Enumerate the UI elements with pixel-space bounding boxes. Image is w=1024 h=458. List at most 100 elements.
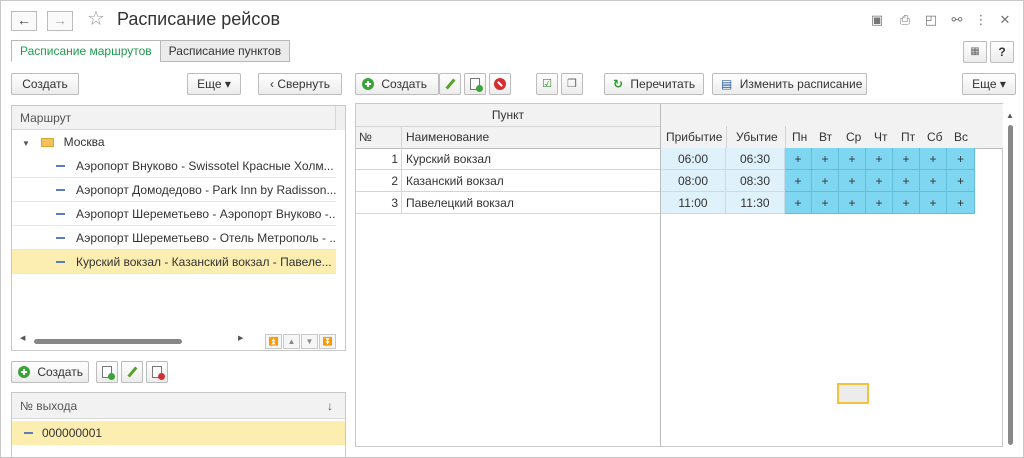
- col-day-header[interactable]: Ср: [846, 130, 861, 144]
- departure-cell[interactable]: 08:30: [726, 170, 785, 192]
- create-route-button[interactable]: Создать: [11, 73, 79, 95]
- col-name-header[interactable]: Наименование: [406, 130, 489, 144]
- day-cell[interactable]: +: [920, 170, 947, 192]
- day-cell[interactable]: +: [947, 170, 975, 192]
- delete-gate-button[interactable]: [146, 361, 168, 383]
- tab-route-schedule[interactable]: Расписание маршрутов: [11, 40, 161, 62]
- col-departure-header[interactable]: Убытие: [736, 130, 778, 144]
- close-icon[interactable]: ✕: [997, 12, 1013, 28]
- scroll-up-icon[interactable]: ▲: [1006, 111, 1014, 120]
- point-name-cell[interactable]: Павелецкий вокзал: [402, 192, 660, 214]
- delete-doc-icon: [152, 366, 165, 380]
- day-cell[interactable]: +: [947, 192, 975, 214]
- departure-cell[interactable]: 06:30: [726, 148, 785, 170]
- day-cell[interactable]: +: [866, 170, 893, 192]
- create-gate-button[interactable]: Создать: [11, 361, 89, 383]
- route-item[interactable]: Аэропорт Домодедово - Park Inn by Radiss…: [12, 178, 336, 202]
- schedule-icon: ▤: [721, 77, 733, 91]
- day-cell[interactable]: +: [812, 148, 839, 170]
- col-day-header[interactable]: Пт: [901, 130, 915, 144]
- print-icon[interactable]: ⎙: [897, 12, 913, 28]
- copy-point-button[interactable]: [464, 73, 486, 95]
- day-cell[interactable]: +: [920, 192, 947, 214]
- arrival-cell[interactable]: 06:00: [661, 148, 726, 170]
- delete-point-button[interactable]: [489, 73, 511, 95]
- route-item[interactable]: Аэропорт Шереметьево - Аэропорт Внуково …: [12, 202, 336, 226]
- sort-arrow-icon[interactable]: ↓: [327, 393, 333, 419]
- schedule-more-button[interactable]: Еще ▾: [962, 73, 1016, 95]
- check-all-button[interactable]: ☑: [536, 73, 558, 95]
- edit-gate-button[interactable]: [121, 361, 143, 383]
- col-day-header[interactable]: Сб: [927, 130, 943, 144]
- gate-row-selected[interactable]: 000000001: [12, 421, 345, 445]
- day-cell[interactable]: +: [839, 192, 866, 214]
- day-cell[interactable]: +: [866, 148, 893, 170]
- go-last-icon[interactable]: ⏬: [319, 334, 336, 349]
- day-cell[interactable]: +: [812, 170, 839, 192]
- scroll-right-icon[interactable]: ▶: [238, 334, 243, 342]
- favorite-star-icon[interactable]: ☆: [87, 7, 105, 31]
- vertical-scrollbar[interactable]: ▲: [1004, 103, 1022, 447]
- header-filler: [660, 104, 1003, 126]
- day-cell[interactable]: +: [839, 170, 866, 192]
- day-cell[interactable]: +: [785, 192, 812, 214]
- day-cell[interactable]: +: [785, 170, 812, 192]
- copy-button[interactable]: ❐: [561, 73, 583, 95]
- scroll-left-icon[interactable]: ◀: [20, 334, 25, 342]
- arrival-cell[interactable]: 08:00: [661, 170, 726, 192]
- change-schedule-button[interactable]: ▤ Изменить расписание: [712, 73, 867, 95]
- route-item[interactable]: Аэропорт Внуково - Swissotel Красные Хол…: [12, 154, 336, 178]
- col-day-header[interactable]: Чт: [874, 130, 888, 144]
- reread-button[interactable]: ↻ Перечитать: [604, 73, 704, 95]
- day-cell[interactable]: +: [947, 148, 975, 170]
- forward-button[interactable]: →: [47, 11, 73, 31]
- pencil-icon: [444, 78, 456, 90]
- edit-point-button[interactable]: [439, 73, 461, 95]
- create-point-button[interactable]: Создать: [355, 73, 439, 95]
- calendar-icon[interactable]: ▦: [963, 41, 987, 63]
- departure-cell[interactable]: 11:30: [726, 192, 785, 214]
- point-name-cell[interactable]: Казанский вокзал: [402, 170, 660, 192]
- go-down-icon[interactable]: ▼: [301, 334, 318, 349]
- expand-icon[interactable]: ▼: [22, 139, 30, 148]
- routes-more-button[interactable]: Еще ▾: [187, 73, 241, 95]
- route-label: Аэропорт Внуково - Swissotel Красные Хол…: [76, 159, 334, 173]
- save-icon[interactable]: ▣: [869, 12, 885, 28]
- day-cell[interactable]: +: [812, 192, 839, 214]
- arrival-cell[interactable]: 11:00: [661, 192, 726, 214]
- col-day-header[interactable]: Вс: [954, 130, 968, 144]
- day-cell[interactable]: +: [866, 192, 893, 214]
- copy-gate-button[interactable]: [96, 361, 118, 383]
- help-button[interactable]: ?: [990, 41, 1014, 63]
- back-button[interactable]: ←: [11, 11, 37, 31]
- route-item[interactable]: Аэропорт Шереметьево - Отель Метрополь -…: [12, 226, 336, 250]
- tree-group-label: Москва: [63, 135, 105, 149]
- collapse-button[interactable]: ‹ Свернуть: [258, 73, 342, 95]
- day-cell[interactable]: +: [920, 148, 947, 170]
- focused-input-cell[interactable]: [837, 383, 869, 404]
- day-cell[interactable]: +: [839, 148, 866, 170]
- day-cell[interactable]: +: [893, 148, 920, 170]
- col-no-header[interactable]: №: [359, 130, 372, 144]
- more-menu-icon[interactable]: ⋮: [973, 12, 989, 28]
- go-first-icon[interactable]: ⏫: [265, 334, 282, 349]
- col-day-header[interactable]: Вт: [819, 130, 832, 144]
- go-up-icon[interactable]: ▲: [283, 334, 300, 349]
- day-cell[interactable]: +: [785, 148, 812, 170]
- tree-scrollbar[interactable]: [335, 106, 345, 130]
- point-name-cell[interactable]: Курский вокзал: [402, 148, 660, 170]
- route-item-selected[interactable]: Курский вокзал - Казанский вокзал - Паве…: [12, 250, 336, 274]
- col-day-header[interactable]: Пн: [792, 130, 807, 144]
- day-cell[interactable]: +: [893, 170, 920, 192]
- pencil-icon: [126, 366, 138, 378]
- scroll-thumb[interactable]: [1008, 125, 1013, 445]
- tree-group-moscow[interactable]: ▼ Москва: [12, 130, 345, 154]
- link-icon[interactable]: ⚯: [949, 12, 965, 28]
- horizontal-scrollbar[interactable]: ◀ ▶: [20, 335, 260, 344]
- col-arrival-header[interactable]: Прибытие: [666, 130, 722, 144]
- day-cell[interactable]: +: [893, 192, 920, 214]
- scroll-thumb[interactable]: [34, 339, 182, 344]
- preview-icon[interactable]: ◰: [923, 12, 939, 28]
- copy-icon: ❐: [567, 78, 577, 90]
- tab-point-schedule[interactable]: Расписание пунктов: [159, 40, 291, 62]
